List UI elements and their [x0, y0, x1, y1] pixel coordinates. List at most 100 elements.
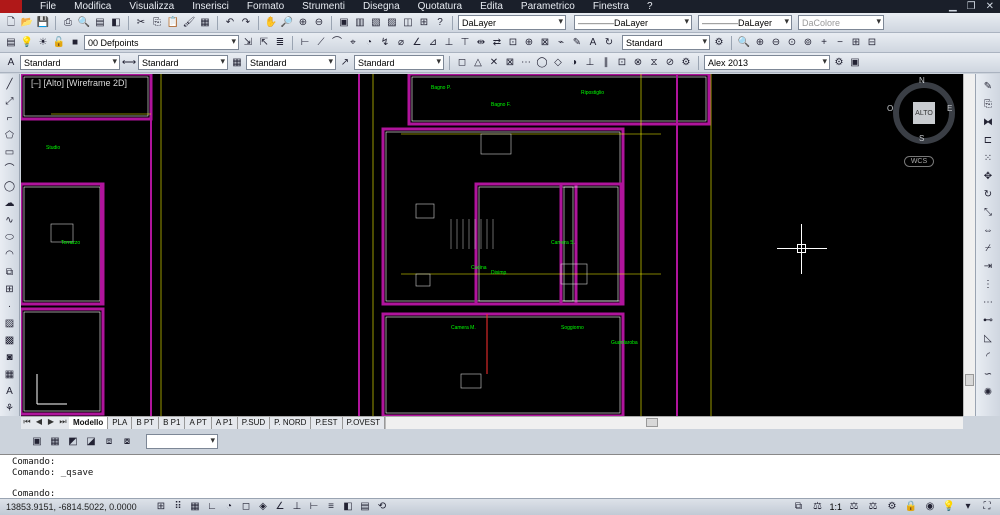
tab-p-nord[interactable]: P. NORD — [270, 417, 312, 429]
snap-center-icon[interactable]: ◯ — [535, 56, 549, 70]
vertical-scroll-thumb[interactable] — [965, 374, 974, 386]
app-logo-icon[interactable] — [0, 0, 22, 13]
pan-icon[interactable]: ✋ — [264, 16, 278, 30]
workspace-icon[interactable]: ▣ — [848, 56, 862, 70]
zoom-dynamic-icon[interactable]: ⊕ — [753, 36, 767, 50]
object-snap-icon[interactable]: ◻ — [239, 500, 253, 514]
model-space-icon[interactable]: ⧉ — [791, 500, 805, 514]
viewport-clip-icon[interactable]: ⧈ — [102, 435, 116, 449]
menu-visualizza[interactable]: Visualizza — [129, 0, 181, 13]
paste-icon[interactable]: 📋 — [166, 16, 180, 30]
table-icon[interactable]: ▦ — [3, 369, 17, 382]
menu-help[interactable]: ? — [647, 0, 660, 13]
break-icon[interactable]: ⋯ — [981, 296, 995, 310]
status-menu-icon[interactable]: ▾ — [961, 500, 975, 514]
tab-next-icon[interactable]: ▶ — [45, 417, 57, 429]
dim-update-icon[interactable]: ↻ — [602, 36, 616, 50]
dim-arc-icon[interactable]: ⌒ — [330, 36, 344, 50]
tab-p-sud[interactable]: P.SUD — [238, 417, 271, 429]
transparency-icon[interactable]: ◧ — [341, 500, 355, 514]
make-current-icon[interactable]: ⇲ — [241, 36, 255, 50]
infer-constraints-icon[interactable]: ⊞ — [154, 500, 168, 514]
menu-quotatura[interactable]: Quotatura — [418, 0, 469, 13]
tab-b-pt[interactable]: B PT — [132, 417, 160, 429]
dim-continue-icon[interactable]: ⊤ — [458, 36, 472, 50]
tab-b-p1[interactable]: B P1 — [159, 417, 186, 429]
tab-a-p1[interactable]: A P1 — [212, 417, 238, 429]
compass-east[interactable]: E — [947, 104, 952, 113]
properties-icon[interactable]: ▣ — [337, 16, 351, 30]
restore-icon[interactable]: ❐ — [967, 1, 976, 12]
annotation-scale-icon[interactable]: ⚖ — [810, 500, 824, 514]
tab-a-pt[interactable]: A PT — [185, 417, 212, 429]
tool-palettes-icon[interactable]: ▧ — [369, 16, 383, 30]
tablestyle-dropdown[interactable]: Standard — [246, 55, 336, 70]
design-center-icon[interactable]: ▥ — [353, 16, 367, 30]
mtext-icon[interactable]: A — [3, 386, 17, 399]
viewcube-face[interactable]: ALTO — [913, 102, 935, 124]
tab-pla[interactable]: PLA — [108, 417, 133, 429]
jog-line-icon[interactable]: ⌁ — [554, 36, 568, 50]
viewport-convert-icon[interactable]: ⧇ — [120, 435, 134, 449]
circle-icon[interactable]: ◯ — [3, 181, 17, 194]
layer-dropdown[interactable]: 00 Defpoints — [84, 35, 239, 50]
snap-insert-icon[interactable]: ⊡ — [615, 56, 629, 70]
sun-icon[interactable]: ☀ — [36, 36, 50, 50]
arc-icon[interactable]: ⌒ — [3, 163, 17, 176]
open-file-icon[interactable]: 📂 — [20, 16, 34, 30]
snap-midpoint-icon[interactable]: △ — [471, 56, 485, 70]
spline-icon[interactable]: ∿ — [3, 215, 17, 228]
compass-north[interactable]: N — [919, 76, 925, 85]
tab-modello[interactable]: Modello — [69, 417, 109, 429]
auto-scale-icon[interactable]: ⚖ — [866, 500, 880, 514]
dim-break-icon[interactable]: ⇄ — [490, 36, 504, 50]
osnap-settings-icon[interactable]: ⚙ — [679, 56, 693, 70]
hatch-icon[interactable]: ▨ — [3, 317, 17, 330]
trim-icon[interactable]: ⌿ — [981, 242, 995, 256]
construction-line-icon[interactable]: ⤢ — [3, 95, 17, 108]
extend-icon[interactable]: ⇥ — [981, 260, 995, 274]
stretch-icon[interactable]: ⇔ — [981, 224, 995, 238]
menu-disegna[interactable]: Disegna — [363, 0, 407, 13]
layer-previous-icon[interactable]: ⇱ — [257, 36, 271, 50]
selection-cycling-icon[interactable]: ⟲ — [375, 500, 389, 514]
ellipse-icon[interactable]: ⬭ — [3, 232, 17, 245]
erase-icon[interactable]: ✎ — [981, 80, 995, 94]
calculator-icon[interactable]: ⊞ — [417, 16, 431, 30]
mleaderstyle-dropdown[interactable]: Standard — [354, 55, 444, 70]
tab-prev-icon[interactable]: ◀ — [33, 417, 45, 429]
snap-perpendicular-icon[interactable]: ⊥ — [583, 56, 597, 70]
snap-apparent-icon[interactable]: ⊠ — [503, 56, 517, 70]
dimstyle2-dropdown[interactable]: Standard — [138, 55, 228, 70]
drawing-canvas[interactable]: Bagno P. Bagno F. Studio Terrazzo Camera S. C… — [21, 74, 963, 416]
compass-west[interactable]: O — [887, 104, 893, 113]
tab-first-icon[interactable]: ⏮ — [21, 417, 33, 429]
zoom-window-icon[interactable]: ⊕ — [296, 16, 310, 30]
dim-jogged-icon[interactable]: ↯ — [378, 36, 392, 50]
layer-current-dropdown[interactable]: DaLayer — [458, 15, 566, 30]
snap-mode-icon[interactable]: ⠿ — [171, 500, 185, 514]
polygon-icon[interactable]: ⬠ — [3, 129, 17, 142]
quick-properties-icon[interactable]: ▤ — [358, 500, 372, 514]
annotation-scale-value[interactable]: 1:1 — [829, 502, 842, 512]
zoom-center-icon[interactable]: ⊙ — [785, 36, 799, 50]
lock-icon[interactable]: 🔓 — [52, 36, 66, 50]
snap-node-icon[interactable]: ⊗ — [631, 56, 645, 70]
zoom-object-icon[interactable]: ⊚ — [801, 36, 815, 50]
zoom-all-icon[interactable]: ⊞ — [849, 36, 863, 50]
viewport-single-icon[interactable]: ▣ — [30, 435, 44, 449]
dim-ordinate-icon[interactable]: ⌖ — [346, 36, 360, 50]
dim-text-edit-icon[interactable]: A — [586, 36, 600, 50]
layer-states-icon[interactable]: ≣ — [273, 36, 287, 50]
zoom-out-icon[interactable]: − — [833, 36, 847, 50]
mirror-icon[interactable]: ⧓ — [981, 116, 995, 130]
dynamic-ucs-icon[interactable]: ⊥ — [290, 500, 304, 514]
inspect-icon[interactable]: ⊠ — [538, 36, 552, 50]
zoom-extents-icon[interactable]: ⊟ — [865, 36, 879, 50]
isolate-objects-icon[interactable]: 💡 — [942, 500, 956, 514]
viewport-scale-dropdown[interactable] — [146, 434, 218, 449]
zoom-realtime-icon[interactable]: 🔎 — [280, 16, 294, 30]
menu-edita[interactable]: Edita — [480, 0, 510, 13]
menu-inserisci[interactable]: Inserisci — [192, 0, 236, 13]
zoom-in-icon[interactable]: + — [817, 36, 831, 50]
